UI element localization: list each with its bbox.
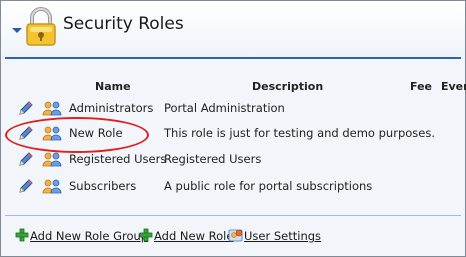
pencil-edit-icon[interactable] — [18, 100, 34, 116]
pencil-edit-icon[interactable] — [18, 178, 34, 194]
panel-header: Security Roles — [1, 1, 465, 59]
add-icon[interactable] — [14, 227, 30, 243]
add-new-role-group-link[interactable]: Add New Role Group — [30, 229, 148, 243]
role-description: This role is just for testing and demo p… — [164, 126, 435, 140]
column-header-description: Description — [252, 80, 324, 93]
role-description: Registered Users — [164, 152, 262, 166]
column-header-every: Ever — [441, 80, 466, 93]
highlight-circle — [5, 117, 149, 153]
pencil-edit-icon[interactable] — [18, 151, 34, 167]
users-group-icon — [42, 152, 62, 167]
role-description: A public role for portal subscriptions — [164, 179, 373, 193]
user-settings-icon[interactable] — [228, 227, 244, 243]
security-roles-panel: Security Roles Name Description Fee Ever… — [0, 0, 466, 257]
header-divider — [5, 57, 461, 59]
table-row: Administrators Portal Administration — [1, 99, 465, 119]
table-row: Subscribers A public role for portal sub… — [1, 177, 465, 197]
lock-icon — [26, 7, 56, 46]
footer-divider — [5, 215, 461, 216]
role-name: Registered Users — [69, 152, 167, 166]
add-icon[interactable] — [138, 227, 154, 243]
column-header-fee: Fee — [410, 80, 432, 93]
table-row: Registered Users Registered Users — [1, 150, 465, 170]
role-name: Administrators — [69, 101, 154, 115]
role-name: Subscribers — [69, 179, 137, 193]
collapse-arrow-icon[interactable] — [12, 28, 22, 33]
page-title: Security Roles — [63, 14, 184, 34]
add-new-role-link[interactable]: Add New Role — [154, 229, 233, 243]
column-header-name: Name — [95, 80, 131, 93]
role-description: Portal Administration — [164, 101, 285, 115]
user-settings-link[interactable]: User Settings — [244, 229, 321, 243]
users-group-icon — [42, 101, 62, 116]
users-group-icon — [42, 179, 62, 194]
